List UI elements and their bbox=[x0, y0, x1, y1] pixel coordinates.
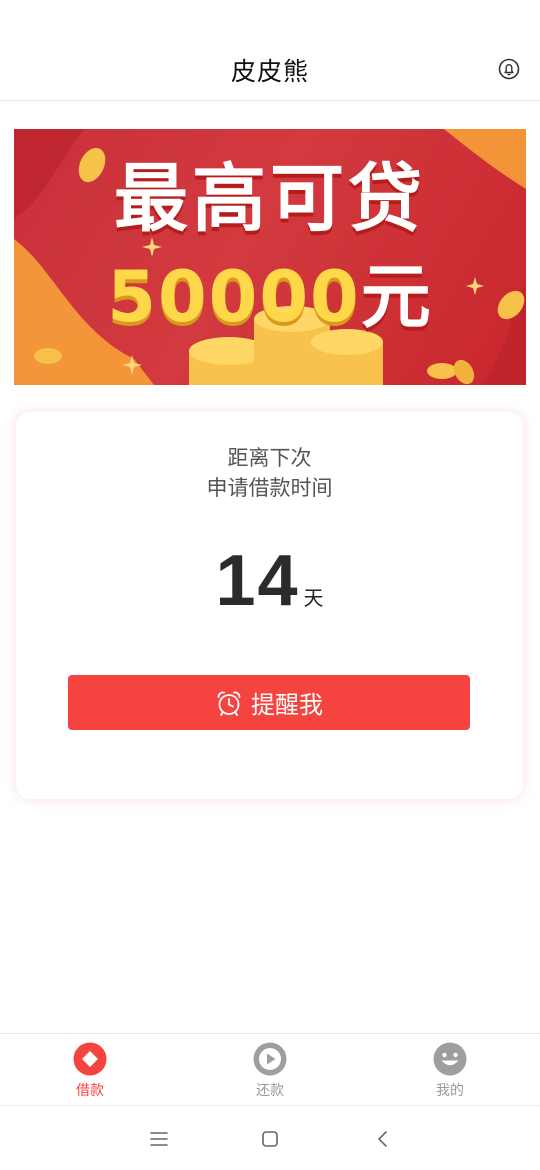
page-title: 皮皮熊 bbox=[230, 57, 309, 86]
alarm-clock-icon bbox=[217, 691, 241, 716]
banner-amount: 50000 bbox=[107, 256, 361, 338]
play-icon bbox=[253, 1042, 287, 1076]
tab-borrow[interactable]: 借款 bbox=[45, 1042, 135, 1104]
card-caption-line1: 距离下次 bbox=[227, 446, 312, 470]
banner-unit: 元 bbox=[360, 256, 433, 338]
card-caption-line2: 申请借款时间 bbox=[206, 476, 333, 500]
diamond-icon bbox=[73, 1042, 107, 1076]
tab-mine[interactable]: 我的 bbox=[405, 1042, 495, 1104]
home-square-icon[interactable] bbox=[259, 1128, 281, 1150]
days-display: 14 天 bbox=[16, 540, 523, 622]
days-count: 14 bbox=[215, 541, 300, 621]
countdown-card: 距离下次 申请借款时间 14 天 提醒我 bbox=[16, 412, 523, 799]
system-nav-bar bbox=[0, 1105, 540, 1170]
tab-borrow-label: 借款 bbox=[76, 1083, 104, 1099]
remind-me-label: 提醒我 bbox=[251, 691, 323, 719]
bottom-tab-bar: 借款 还款 我的 bbox=[0, 1033, 540, 1106]
bell-icon[interactable] bbox=[498, 58, 520, 80]
app-screen: 皮皮熊 最高可贷 50000元 距离下次 申请借款时间 14 天 提醒我 借款 … bbox=[0, 0, 540, 1170]
menu-icon[interactable] bbox=[148, 1128, 170, 1150]
smile-icon bbox=[433, 1042, 467, 1076]
remind-me-button[interactable]: 提醒我 bbox=[68, 675, 470, 730]
banner-amount-line: 50000元 bbox=[14, 241, 526, 342]
tab-repay-label: 还款 bbox=[256, 1083, 284, 1099]
back-chevron-icon[interactable] bbox=[372, 1128, 394, 1150]
promo-banner[interactable]: 最高可贷 50000元 bbox=[14, 129, 526, 385]
tab-repay[interactable]: 还款 bbox=[225, 1042, 315, 1104]
days-unit: 天 bbox=[303, 586, 324, 610]
header-bar: 皮皮熊 bbox=[0, 0, 540, 101]
tab-mine-label: 我的 bbox=[436, 1083, 464, 1099]
banner-headline: 最高可贷 bbox=[114, 156, 426, 242]
